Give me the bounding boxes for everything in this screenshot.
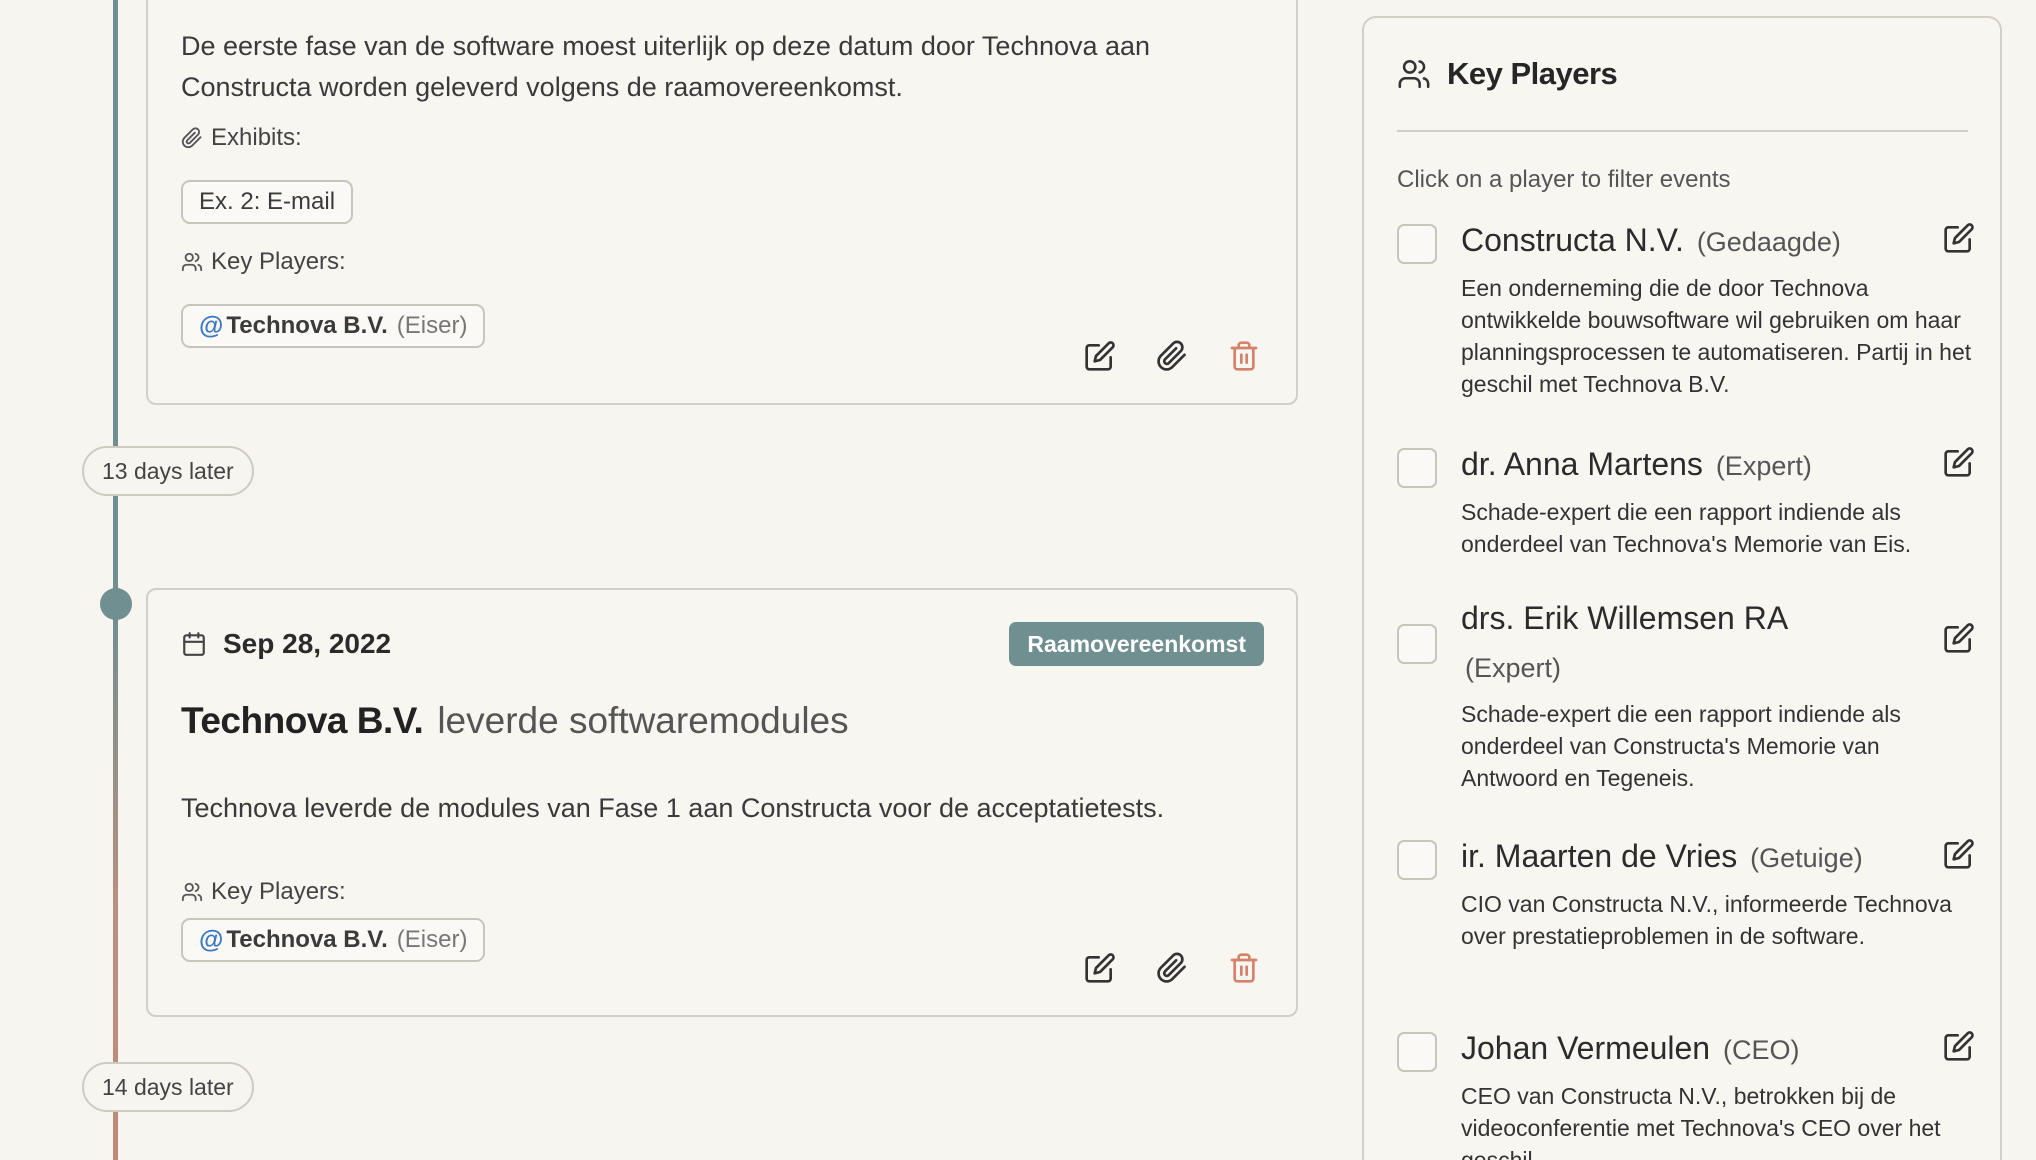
- panel-header: Key Players: [1397, 56, 1618, 92]
- key-players-label: Key Players:: [181, 878, 346, 906]
- timeline-dot: [100, 588, 132, 620]
- edit-player-button[interactable]: [1943, 622, 1977, 656]
- event-category-tag[interactable]: Raamovereenkomst: [1009, 622, 1264, 666]
- player-name: ir. Maarten de Vries (Getuige): [1461, 838, 1863, 874]
- edit-icon: [1943, 622, 1977, 654]
- trash-icon: [1228, 340, 1260, 372]
- key-player-chip[interactable]: @ Technova B.V. (Eiser): [181, 304, 486, 348]
- player-description: Schade-expert die een rapport indiende a…: [1461, 499, 1912, 557]
- card-actions: [1082, 950, 1262, 986]
- event-action: leverde softwaremodules: [437, 700, 849, 741]
- event-card[interactable]: De eerste fase van de software moest uit…: [146, 0, 1298, 405]
- delete-button[interactable]: [1226, 950, 1262, 986]
- event-title: Technova B.V. leverde softwaremodules: [181, 700, 849, 742]
- player-name: Constructa N.V. (Gedaagde): [1461, 222, 1841, 258]
- key-players-panel: Key Players Click on a player to filter …: [1362, 16, 2002, 1160]
- card-actions: [1082, 338, 1262, 374]
- key-player-chip[interactable]: @ Technova B.V. (Eiser): [181, 918, 486, 962]
- player-checkbox[interactable]: [1397, 624, 1437, 664]
- time-gap-pill: 14 days later: [82, 1062, 254, 1112]
- exhibit-chip[interactable]: Ex. 2: E-mail: [181, 180, 354, 224]
- edit-icon: [1943, 446, 1977, 478]
- delete-button[interactable]: [1226, 338, 1262, 374]
- edit-icon: [1943, 838, 1977, 870]
- player-name: dr. Anna Martens (Expert): [1461, 446, 1812, 482]
- event-card[interactable]: Sep 28, 2022 Raamovereenkomst Technova B…: [146, 588, 1298, 1017]
- panel-hint: Click on a player to filter events: [1397, 166, 1731, 193]
- edit-icon: [1943, 1030, 1977, 1062]
- users-icon: [181, 881, 203, 903]
- player-checkbox[interactable]: [1397, 448, 1437, 488]
- panel-title: Key Players: [1447, 56, 1618, 91]
- trash-icon: [1228, 952, 1260, 984]
- player-name: drs. Erik Willemsen RA (Expert): [1461, 600, 1787, 683]
- player-description: Schade-expert die een rapport indiende a…: [1461, 701, 1901, 791]
- paperclip-icon: [181, 127, 203, 149]
- paperclip-icon: [1156, 340, 1188, 372]
- player-description: Een onderneming die de door Technova ont…: [1461, 275, 1972, 397]
- edit-icon: [1943, 222, 1977, 254]
- exhibits-label: Exhibits:: [181, 124, 302, 152]
- edit-icon: [1084, 340, 1116, 372]
- users-icon: [1397, 57, 1431, 91]
- edit-player-button[interactable]: [1943, 838, 1977, 872]
- event-description: Technova leverde de modules van Fase 1 a…: [181, 793, 1165, 823]
- paperclip-icon: [1156, 952, 1188, 984]
- divider: [1397, 130, 1968, 132]
- attach-button[interactable]: [1154, 950, 1190, 986]
- player-checkbox[interactable]: [1397, 840, 1437, 880]
- player-name: Johan Vermeulen (CEO): [1461, 1030, 1800, 1066]
- edit-icon: [1084, 952, 1116, 984]
- mention-at: @: [199, 311, 224, 340]
- edit-player-button[interactable]: [1943, 1030, 1977, 1064]
- edit-button[interactable]: [1082, 338, 1118, 374]
- player-checkbox[interactable]: [1397, 1032, 1437, 1072]
- time-gap-pill: 13 days later: [82, 446, 254, 496]
- player-description: CIO van Constructa N.V., informeerde Tec…: [1461, 891, 1952, 949]
- edit-button[interactable]: [1082, 950, 1118, 986]
- users-icon: [181, 251, 203, 273]
- event-description: De eerste fase van de software moest uit…: [181, 31, 1151, 102]
- edit-player-button[interactable]: [1943, 222, 1977, 256]
- player-checkbox[interactable]: [1397, 224, 1437, 264]
- key-players-label: Key Players:: [181, 248, 346, 276]
- event-actor: Technova B.V.: [181, 700, 424, 741]
- event-date: Sep 28, 2022: [181, 628, 391, 660]
- edit-player-button[interactable]: [1943, 446, 1977, 480]
- mention-at: @: [199, 925, 224, 954]
- timeline-line: [113, 0, 118, 1160]
- attach-button[interactable]: [1154, 338, 1190, 374]
- player-description: CEO van Constructa N.V., betrokken bij d…: [1461, 1083, 1941, 1160]
- calendar-icon: [181, 631, 207, 657]
